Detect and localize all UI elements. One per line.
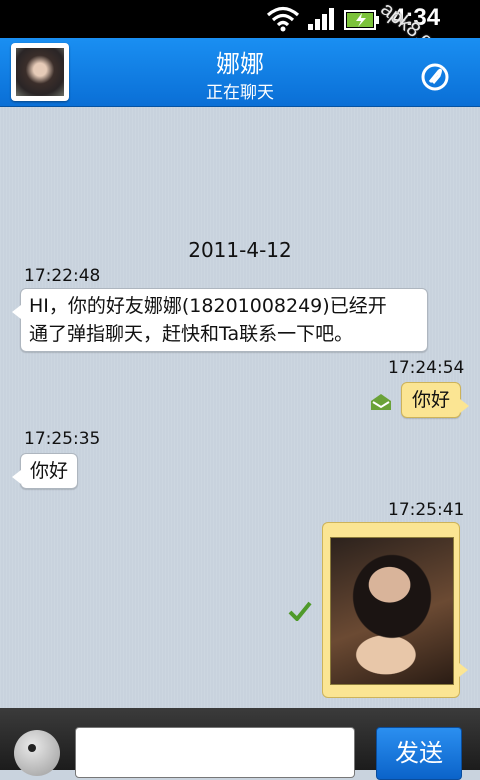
- message-bubble-incoming[interactable]: 你好: [11, 453, 79, 489]
- status-bar: 4:34 apk8.com: [0, 0, 480, 69]
- signal-icon: [308, 8, 334, 30]
- contact-name: 娜娜: [216, 50, 264, 78]
- message-time: 17:24:54: [388, 358, 465, 378]
- message-text: 你好: [30, 460, 69, 482]
- attach-icon[interactable]: [420, 60, 450, 94]
- message-list[interactable]: 2011-4-12 17:22:48 HI，你的好友娜娜(18201008249…: [0, 107, 480, 708]
- compose-bar: 发送: [0, 708, 480, 780]
- message-text: 通了弹指聊天，赶快和Ta联系一下吧。: [29, 323, 354, 345]
- message-bubble-incoming[interactable]: HI，你的好友娜娜(18201008249)已经开 通了弹指聊天，赶快和Ta联系…: [12, 288, 428, 352]
- battery-icon: [344, 10, 379, 30]
- chat-status: 正在聊天: [206, 83, 274, 103]
- message-text: 你好: [412, 389, 451, 411]
- emoji-icon[interactable]: [14, 730, 60, 776]
- read-receipt-icon: [371, 394, 391, 410]
- photo-image[interactable]: [330, 537, 454, 685]
- photo-message-bubble[interactable]: [322, 522, 468, 698]
- message-text: HI，你的好友娜娜(18201008249)已经开: [29, 295, 387, 317]
- wifi-icon: [266, 6, 300, 32]
- send-button[interactable]: 发送: [376, 727, 462, 780]
- message-input[interactable]: [75, 727, 355, 778]
- message-time: 17:25:41: [388, 500, 465, 520]
- sent-check-icon: [288, 601, 312, 621]
- date-separator: 2011-4-12: [188, 238, 292, 262]
- message-time: 17:25:35: [24, 429, 101, 449]
- chat-header: 娜娜 正在聊天: [0, 38, 480, 107]
- message-bubble-outgoing[interactable]: 你好: [401, 382, 470, 418]
- message-time: 17:22:48: [24, 266, 101, 286]
